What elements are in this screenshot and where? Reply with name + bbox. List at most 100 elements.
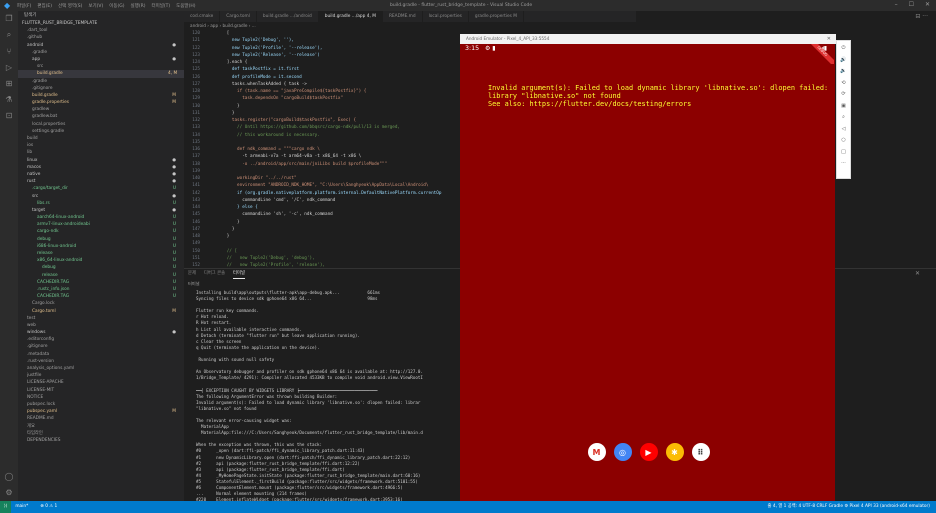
tree-item[interactable]: src ● — [18, 193, 184, 200]
extensions-icon[interactable]: ⊞ — [6, 79, 13, 88]
tree-item[interactable]: .cargo/target_dir U — [18, 185, 184, 192]
tree-item[interactable]: android ● — [18, 42, 184, 49]
tree-item[interactable]: .editorconfig — [18, 336, 184, 343]
tree-item[interactable]: .gitignore — [18, 343, 184, 350]
tree-item[interactable]: Cargo.toml M — [18, 308, 184, 315]
tree-item[interactable]: CACHEDIR.TAG U — [18, 293, 184, 300]
tree-item[interactable]: app ● — [18, 56, 184, 63]
tree-item[interactable]: macos ● — [18, 164, 184, 171]
tree-item[interactable]: cargo-ndk U — [18, 228, 184, 235]
editor-tab[interactable]: Cargo.toml — [220, 11, 257, 22]
tree-item[interactable]: pubspec.lock — [18, 401, 184, 408]
settings-gear-icon[interactable]: ⚙ — [5, 488, 12, 497]
panel-tab[interactable]: 문제 — [188, 269, 196, 279]
tree-item[interactable]: x86_64-linux-android U — [18, 257, 184, 264]
tree-item[interactable]: release U — [18, 272, 184, 279]
apps-app-icon[interactable]: ⠿ — [691, 443, 710, 461]
problems-count[interactable]: ⊗ 0 ⚠ 1 — [40, 501, 57, 513]
breadcrumb[interactable]: android › app › build.gradle › ... — [184, 22, 636, 30]
testing-icon[interactable]: ⚗ — [5, 95, 12, 104]
tree-item[interactable]: local.properties — [18, 121, 184, 128]
editor-tab[interactable]: cod.cmake — [184, 11, 221, 22]
git-branch[interactable]: main* — [15, 501, 28, 513]
zoom-icon[interactable]: ⌕ — [842, 114, 845, 120]
tree-item[interactable]: 타임라인 — [18, 430, 184, 437]
menu-item[interactable]: 보기(V) — [88, 4, 103, 9]
split-editor-icon[interactable]: ⊟ ··· — [915, 13, 928, 20]
tree-item[interactable]: armv7-linux-androideabi U — [18, 221, 184, 228]
tree-item[interactable]: README.md — [18, 415, 184, 422]
menu-item[interactable]: 편집(E) — [37, 4, 52, 9]
menu-item[interactable]: 이동(G) — [109, 4, 124, 9]
tree-item[interactable]: .gradle — [18, 49, 184, 56]
search-icon[interactable]: ⌕ — [7, 30, 11, 40]
account-icon[interactable]: ◯ — [5, 472, 14, 481]
home-icon[interactable]: ○ — [841, 137, 845, 143]
tree-item[interactable]: debug U — [18, 264, 184, 271]
tree-item[interactable]: LICENSE-MIT — [18, 387, 184, 394]
tree-item[interactable]: i686-linux-android U — [18, 243, 184, 250]
tree-item[interactable]: lib — [18, 149, 184, 156]
power-icon[interactable]: ⏻ — [842, 45, 846, 51]
panel-tab[interactable]: 디버그 콘솔 — [204, 269, 225, 279]
tree-item[interactable]: settings.gradle — [18, 128, 184, 135]
menu-item[interactable]: 파일(F) — [17, 4, 31, 9]
editor-tab[interactable]: build.gradle .../app 4, M — [318, 11, 383, 22]
tree-item[interactable]: .metadata — [18, 351, 184, 358]
youtube-app-icon[interactable]: ▶ — [639, 443, 658, 461]
editor-tab[interactable]: build.gradle .../android — [257, 11, 319, 22]
tree-item[interactable]: target ● — [18, 207, 184, 214]
tree-item[interactable]: NOTICE — [18, 394, 184, 401]
editor-tab[interactable]: local.properties — [423, 11, 469, 22]
docker-icon[interactable]: ⊡ — [6, 111, 13, 120]
tree-item[interactable]: CACHEDIR.TAG U — [18, 279, 184, 286]
code-editor[interactable]: 120 [121 new Tuple2('Debug', ''), 122 new… — [184, 30, 460, 267]
tree-item[interactable]: web — [18, 322, 184, 329]
tree-item[interactable]: LICENSE-APACHE — [18, 379, 184, 386]
tree-item[interactable]: gradlew — [18, 106, 184, 113]
editor-tab[interactable]: gradle.properties M — [469, 11, 524, 22]
maximize-icon[interactable]: ☐ — [909, 1, 914, 8]
tree-item[interactable]: rust ● — [18, 178, 184, 185]
workspace-root[interactable]: FLUTTER_RUST_BRIDGE_TEMPLATE — [18, 20, 184, 27]
minimize-icon[interactable]: – — [895, 1, 898, 8]
tree-item[interactable]: .gitignore — [18, 85, 184, 92]
rotate-right-icon[interactable]: ⟳ — [841, 91, 845, 97]
tree-item[interactable]: build.gradle M — [18, 92, 184, 99]
tree-item[interactable]: build.gradle 4, M — [18, 70, 184, 78]
menu-item[interactable]: 도움말(H) — [176, 4, 195, 9]
tree-item[interactable]: libs.rs U — [18, 200, 184, 207]
gmail-app-icon[interactable]: M — [587, 443, 606, 461]
tree-item[interactable]: analysis_options.yaml — [18, 365, 184, 372]
tree-item[interactable]: .github — [18, 34, 184, 41]
tree-item[interactable]: src — [18, 63, 184, 70]
emulator-close-icon[interactable]: ✕ — [827, 34, 831, 44]
tree-item[interactable]: .rustc_info.json U — [18, 286, 184, 293]
photos-app-icon[interactable]: ✱ — [665, 443, 684, 461]
menu-item[interactable]: 터미널(T) — [151, 4, 170, 9]
tree-item[interactable]: release U — [18, 250, 184, 257]
tree-item[interactable]: debug U — [18, 236, 184, 243]
explorer-icon[interactable]: ❐ — [5, 14, 12, 23]
tree-item[interactable]: ios — [18, 142, 184, 149]
menu-item[interactable]: 실행(R) — [131, 4, 146, 9]
tree-item[interactable]: justfile — [18, 372, 184, 379]
tree-item[interactable]: pubspec.yaml M — [18, 408, 184, 415]
close-icon[interactable]: ✕ — [925, 1, 930, 8]
rotate-left-icon[interactable]: ⟲ — [841, 80, 845, 86]
panel-close-icon[interactable]: ✕ — [915, 269, 920, 279]
panel-tab[interactable]: 터미널 — [233, 269, 245, 279]
tree-item[interactable]: gradlew.bat — [18, 113, 184, 120]
tree-item[interactable]: linux ● — [18, 157, 184, 164]
remote-indicator[interactable]: ⟩⟨ — [0, 501, 12, 513]
tree-item[interactable]: build — [18, 135, 184, 142]
tree-item[interactable]: DEPENDENCIES — [18, 437, 184, 444]
run-debug-icon[interactable]: ▷ — [6, 63, 12, 72]
tree-item[interactable]: .gradle — [18, 78, 184, 85]
tree-item[interactable]: Cargo.lock — [18, 300, 184, 307]
menu-item[interactable]: 선택 영역(S) — [58, 4, 82, 9]
tree-item[interactable]: test — [18, 315, 184, 322]
tree-item[interactable]: aarch64-linux-android U — [18, 214, 184, 221]
chrome-app-icon[interactable]: ◎ — [613, 443, 632, 461]
status-right[interactable]: 줄 4, 열 1 공백: 4 UTF-8 CRLF Gradle ⚙ Pixel… — [768, 501, 930, 513]
